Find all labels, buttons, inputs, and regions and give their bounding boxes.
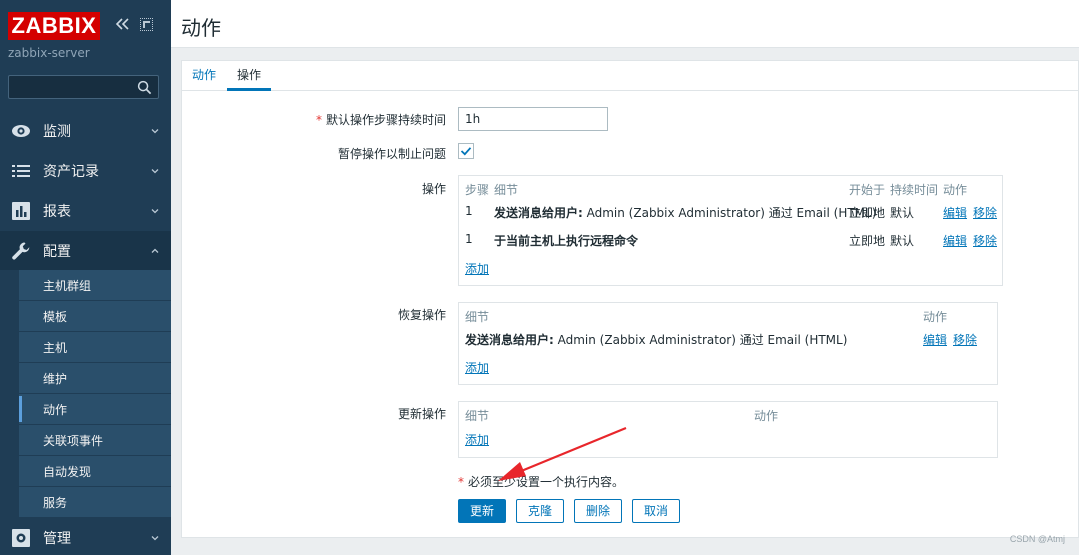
page-title: 动作 bbox=[181, 16, 221, 40]
configuration-submenu: 主机群组 模板 主机 维护 动作 关联项事件 自动发现 服务 bbox=[19, 270, 171, 518]
row2-duration: 默认 bbox=[890, 234, 915, 248]
list-icon bbox=[12, 165, 30, 177]
submenu-item-discovery[interactable]: 自动发现 bbox=[19, 456, 171, 487]
row1-step: 1 bbox=[465, 204, 473, 218]
menu-item-monitoring[interactable]: 监测 bbox=[0, 111, 171, 151]
row1-start: 立即地 bbox=[849, 206, 886, 220]
wrench-icon bbox=[12, 242, 30, 260]
gear-icon bbox=[12, 529, 30, 547]
recovery-row-detail: 发送消息给用户: Admin (Zabbix Administrator) 通过… bbox=[465, 333, 848, 347]
submenu-item-maintenance[interactable]: 维护 bbox=[19, 363, 171, 394]
operations-label: 操作 bbox=[421, 182, 446, 196]
col-start: 开始于 bbox=[849, 183, 886, 197]
action-form-panel: 动作 操作 * 默认操作步骤持续时间 1h 暂停操作以制止问题 操作 步骤 细节 … bbox=[181, 60, 1079, 538]
clone-button[interactable]: 克隆 bbox=[516, 499, 564, 523]
row1-remove-link[interactable]: 移除 bbox=[973, 204, 997, 221]
recovery-add-link[interactable]: 添加 bbox=[465, 359, 489, 376]
col-step: 步骤 bbox=[465, 183, 490, 197]
operations-table: 步骤 细节 开始于 持续时间 动作 1 发送消息给用户: Admin (Zabb… bbox=[458, 175, 1003, 286]
col-action: 动作 bbox=[923, 310, 948, 324]
search-icon[interactable] bbox=[137, 80, 152, 95]
tab-action[interactable]: 动作 bbox=[192, 61, 216, 91]
col-action: 动作 bbox=[943, 183, 968, 197]
col-detail: 细节 bbox=[494, 183, 519, 197]
chevron-down-icon bbox=[151, 169, 159, 174]
tab-bar: 动作 操作 bbox=[182, 61, 1078, 91]
submenu-item-templates[interactable]: 模板 bbox=[19, 301, 171, 332]
main-menu: 监测 资产记录 报表 配置 bbox=[0, 111, 171, 271]
operations-add-link[interactable]: 添加 bbox=[465, 260, 489, 277]
col-detail: 细节 bbox=[465, 310, 490, 324]
update-button[interactable]: 更新 bbox=[458, 499, 506, 523]
checkmark-icon bbox=[460, 147, 472, 156]
menu-label: 管理 bbox=[43, 531, 71, 547]
submenu-item-hosts[interactable]: 主机 bbox=[19, 332, 171, 363]
chevron-down-icon bbox=[151, 129, 159, 134]
update-ops-add-link[interactable]: 添加 bbox=[465, 431, 489, 448]
col-duration: 持续时间 bbox=[890, 183, 939, 197]
row1-duration: 默认 bbox=[890, 206, 915, 220]
bar-chart-icon bbox=[12, 202, 30, 220]
row2-remove-link[interactable]: 移除 bbox=[973, 232, 997, 249]
row1-detail: 发送消息给用户: Admin (Zabbix Administrator) 通过… bbox=[494, 206, 877, 220]
step-duration-input[interactable]: 1h bbox=[458, 107, 608, 131]
menu-label: 报表 bbox=[43, 204, 71, 220]
pause-checkbox[interactable] bbox=[458, 143, 474, 159]
row2-start: 立即地 bbox=[849, 234, 886, 248]
recovery-remove-link[interactable]: 移除 bbox=[953, 331, 977, 348]
chevron-down-icon bbox=[151, 209, 159, 214]
chevron-up-icon bbox=[151, 248, 159, 253]
submenu-rail bbox=[0, 270, 19, 517]
row2-edit-link[interactable]: 编辑 bbox=[943, 232, 967, 249]
server-name: zabbix-server bbox=[8, 46, 90, 60]
eye-icon bbox=[12, 125, 30, 137]
pause-label: 暂停操作以制止问题 bbox=[337, 147, 446, 161]
chevron-down-icon bbox=[151, 536, 159, 541]
menu-label: 资产记录 bbox=[43, 164, 99, 180]
menu-item-reports[interactable]: 报表 bbox=[0, 191, 171, 231]
submenu-item-event-correlation[interactable]: 关联项事件 bbox=[19, 425, 171, 456]
menu-item-administration[interactable]: 管理 bbox=[0, 518, 171, 555]
zabbix-logo[interactable]: ZABBIX bbox=[8, 12, 100, 40]
cancel-button[interactable]: 取消 bbox=[632, 499, 680, 523]
menu-item-configuration[interactable]: 配置 bbox=[0, 231, 171, 271]
annotation-arrow-icon bbox=[498, 426, 627, 481]
menu-item-inventory[interactable]: 资产记录 bbox=[0, 151, 171, 191]
step-duration-label: * 默认操作步骤持续时间 bbox=[315, 113, 446, 127]
menu-label: 监测 bbox=[43, 124, 71, 140]
watermark: CSDN @Atmj bbox=[1009, 534, 1065, 544]
delete-button[interactable]: 删除 bbox=[574, 499, 622, 523]
submenu-item-host-groups[interactable]: 主机群组 bbox=[19, 270, 171, 301]
recovery-table: 细节 动作 发送消息给用户: Admin (Zabbix Administrat… bbox=[458, 302, 998, 385]
submenu-item-actions[interactable]: 动作 bbox=[19, 394, 171, 425]
submenu-item-services[interactable]: 服务 bbox=[19, 487, 171, 518]
tab-operations[interactable]: 操作 bbox=[227, 61, 272, 91]
sidebar: ZABBIX zabbix-server 监测 资产记录 报表 配置 主机群组 … bbox=[0, 0, 171, 555]
recovery-label: 恢复操作 bbox=[397, 308, 446, 322]
menu-label: 配置 bbox=[43, 244, 71, 260]
col-detail: 细节 bbox=[465, 409, 490, 423]
kiosk-mode-icon[interactable] bbox=[140, 18, 153, 31]
recovery-edit-link[interactable]: 编辑 bbox=[923, 331, 947, 348]
row1-edit-link[interactable]: 编辑 bbox=[943, 204, 967, 221]
sidebar-search-input[interactable] bbox=[8, 75, 159, 99]
update-ops-label: 更新操作 bbox=[397, 407, 446, 421]
page-header: 动作 bbox=[171, 0, 1079, 48]
row2-detail: 于当前主机上执行远程命令 bbox=[494, 234, 639, 248]
collapse-sidebar-icon[interactable] bbox=[114, 16, 130, 32]
col-action: 动作 bbox=[754, 409, 779, 423]
row2-step: 1 bbox=[465, 232, 473, 246]
